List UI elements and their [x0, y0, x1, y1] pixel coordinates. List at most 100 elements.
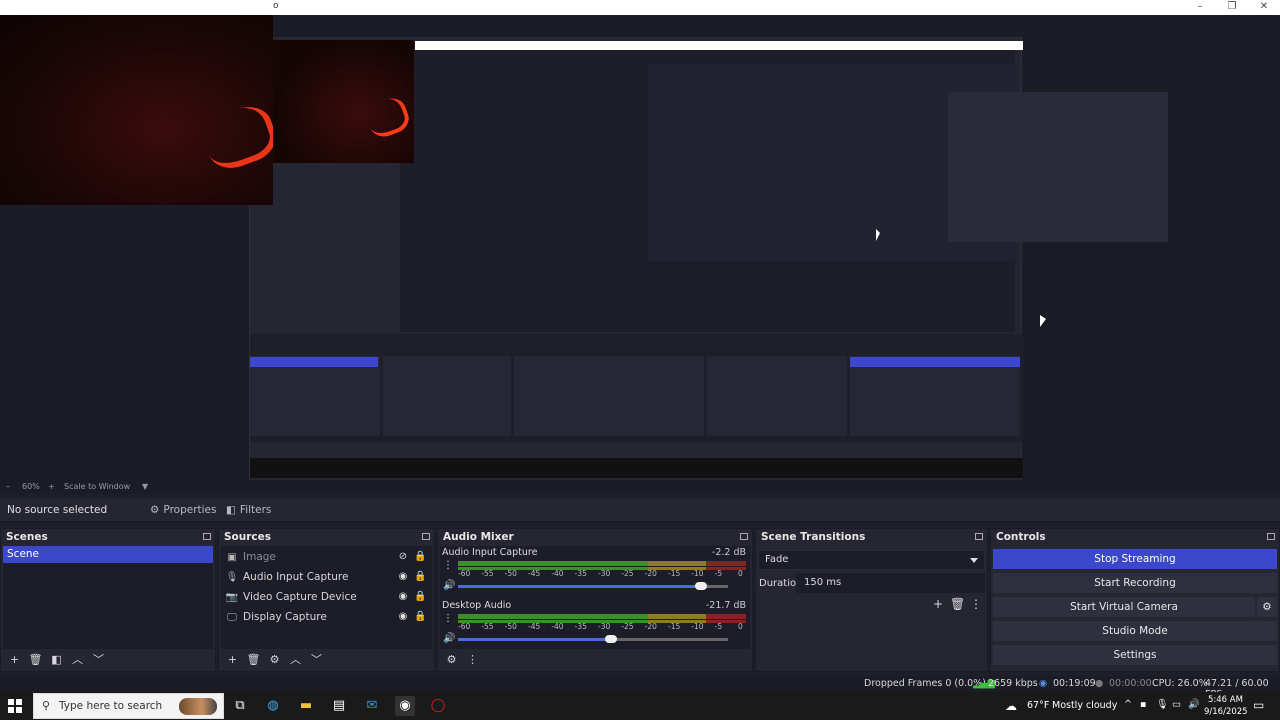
close-button[interactable]: ✕ [1248, 0, 1280, 15]
chevron-down-icon[interactable]: ﹀ [89, 652, 108, 668]
filter-icon[interactable]: ◧ [47, 652, 66, 668]
lock-icon[interactable]: 🔒 [414, 610, 426, 623]
settings-button[interactable]: Settings [993, 645, 1277, 665]
nested-window-titlebar [415, 41, 1023, 50]
mixer-channel: Audio Input Capture -2.2 dB ⋮ -60 -55 -50-… [440, 546, 750, 599]
more-icon[interactable]: ⋮ [443, 560, 453, 571]
lock-icon[interactable]: 🔒 [414, 550, 426, 563]
meter-tick: -15 [668, 569, 681, 578]
speaker-icon[interactable]: 🔊 [443, 633, 455, 644]
webcam-tray-icon[interactable]: ▪ [1140, 699, 1146, 710]
eye-icon[interactable]: ◉ [397, 590, 409, 603]
add-scene-icon[interactable]: + [5, 652, 24, 668]
channel-db: -2.2 dB [711, 547, 746, 558]
edge-icon[interactable]: ◍ [263, 696, 283, 716]
source-item-video-capture[interactable]: 📷 Video Capture Device ◉ 🔒 [221, 587, 432, 607]
scale-to-window[interactable]: Scale to Window [64, 482, 130, 491]
chevron-down-icon[interactable]: ﹀ [307, 652, 326, 668]
source-item-display-capture[interactable]: 🖵 Display Capture ◉ 🔒 [221, 607, 432, 627]
meter-tick: -30 [598, 622, 611, 631]
scene-item[interactable]: Scene [3, 546, 213, 563]
filters-button[interactable]: ◧ Filters [226, 502, 271, 518]
advanced-audio-icon[interactable]: ⚙ [442, 652, 461, 668]
volume-fader[interactable] [458, 635, 728, 643]
zoom-level: 60% [22, 482, 40, 491]
meter-tick: -40 [551, 622, 564, 631]
task-view-icon[interactable]: ⧉ [230, 696, 250, 716]
minus-icon[interactable]: – [6, 482, 10, 491]
volume-fader[interactable] [458, 582, 728, 590]
chevron-up-icon[interactable]: ︿ [286, 652, 305, 668]
virtual-camera-gear-icon[interactable]: ⚙ [1257, 597, 1277, 617]
webcam-feed-echo [273, 40, 414, 163]
nested-sources-col [383, 356, 511, 436]
controls-header: Controls [991, 529, 1279, 545]
add-transition-icon[interactable]: + [931, 597, 945, 611]
properties-button[interactable]: ⚙ Properties [150, 502, 217, 518]
duration-field[interactable]: 150 ms [796, 573, 985, 593]
minimize-button[interactable]: – [1184, 0, 1216, 15]
fader-knob[interactable] [605, 635, 618, 643]
undock-icon[interactable] [422, 533, 430, 540]
volume-meter [458, 614, 746, 619]
studio-mode-button[interactable]: Studio Mode [993, 621, 1277, 641]
maximize-button[interactable]: ❐ [1216, 0, 1248, 15]
lock-icon[interactable]: 🔒 [414, 570, 426, 583]
obs-icon[interactable]: ◉ [395, 696, 415, 716]
speaker-icon[interactable]: 🔊 [443, 580, 455, 591]
store-icon[interactable]: ▤ [329, 696, 349, 716]
meter-tick: -45 [528, 622, 541, 631]
source-item-audio-input[interactable]: 🎙 Audio Input Capture ◉ 🔒 [221, 567, 432, 587]
start-recording-button[interactable]: Start Recording [993, 573, 1277, 593]
plus-icon[interactable]: + [48, 482, 55, 491]
trash-icon[interactable]: 🗑 [950, 597, 965, 611]
nested-preview [400, 50, 1168, 332]
mail-icon[interactable]: ✉ [362, 696, 382, 716]
weather-desc[interactable]: Mostly cloudy [1052, 700, 1117, 711]
stop-streaming-button[interactable]: Stop Streaming [993, 549, 1277, 569]
window-titlebar: o – ❐ ✕ [0, 0, 1280, 15]
filter-icon: ◧ [226, 504, 236, 516]
clock-time[interactable]: 5:46 AM [1208, 695, 1243, 705]
meter-tick: -40 [551, 569, 564, 578]
transition-selected: Fade [765, 554, 789, 565]
file-explorer-icon[interactable]: ▬ [296, 696, 316, 716]
preview-area[interactable] [0, 15, 1280, 480]
undock-icon[interactable] [1267, 533, 1275, 540]
trash-icon[interactable]: 🗑 [244, 652, 263, 668]
chevron-up-icon[interactable]: ^ [1124, 699, 1132, 710]
undock-icon[interactable] [975, 533, 983, 540]
mic-tray-icon[interactable]: 🎙 [1156, 699, 1168, 710]
opera-icon[interactable]: ◯ [428, 696, 448, 716]
trash-icon[interactable]: 🗑 [26, 652, 45, 668]
battery-tray-icon[interactable]: ▭ [1172, 699, 1181, 710]
undock-icon[interactable] [740, 533, 748, 540]
windows-start-icon[interactable] [8, 699, 22, 713]
volume-tray-icon[interactable]: 🔊 [1188, 699, 1200, 710]
more-icon[interactable]: ⋮ [443, 613, 453, 624]
scenes-list: Scene [3, 546, 213, 649]
preview-toolbar: – 60% + Scale to Window ▼ [0, 480, 1280, 494]
eye-icon[interactable]: ◉ [397, 610, 409, 623]
undock-icon[interactable] [203, 533, 211, 540]
taskbar-search[interactable]: ⚲ Type here to search [33, 693, 224, 719]
meter-tick: -5 [714, 569, 723, 578]
add-source-icon[interactable]: + [223, 652, 242, 668]
mouse-cursor-icon [1040, 315, 1046, 327]
eye-icon[interactable]: ◉ [397, 570, 409, 583]
visibility-hidden-icon[interactable]: ⊘ [397, 550, 409, 563]
chevron-up-icon[interactable]: ︿ [68, 652, 87, 668]
nested-controls-col [850, 356, 1020, 436]
fader-knob[interactable] [695, 582, 708, 590]
notifications-icon[interactable]: ▭ [1253, 698, 1264, 712]
source-item-image[interactable]: ▣ Image ⊘ 🔒 [221, 547, 432, 567]
start-virtual-camera-button[interactable]: Start Virtual Camera [993, 597, 1255, 617]
gear-icon[interactable]: ⚙ [265, 652, 284, 668]
lock-icon[interactable]: 🔒 [414, 590, 426, 603]
more-icon[interactable]: ⋮ [969, 597, 983, 611]
meter-tick: -10 [691, 569, 704, 578]
transition-select[interactable]: Fade [758, 550, 985, 570]
more-icon[interactable]: ⋮ [463, 652, 482, 668]
clock-date[interactable]: 9/16/2025 [1204, 707, 1248, 717]
chevron-down-icon[interactable]: ▼ [142, 482, 148, 491]
